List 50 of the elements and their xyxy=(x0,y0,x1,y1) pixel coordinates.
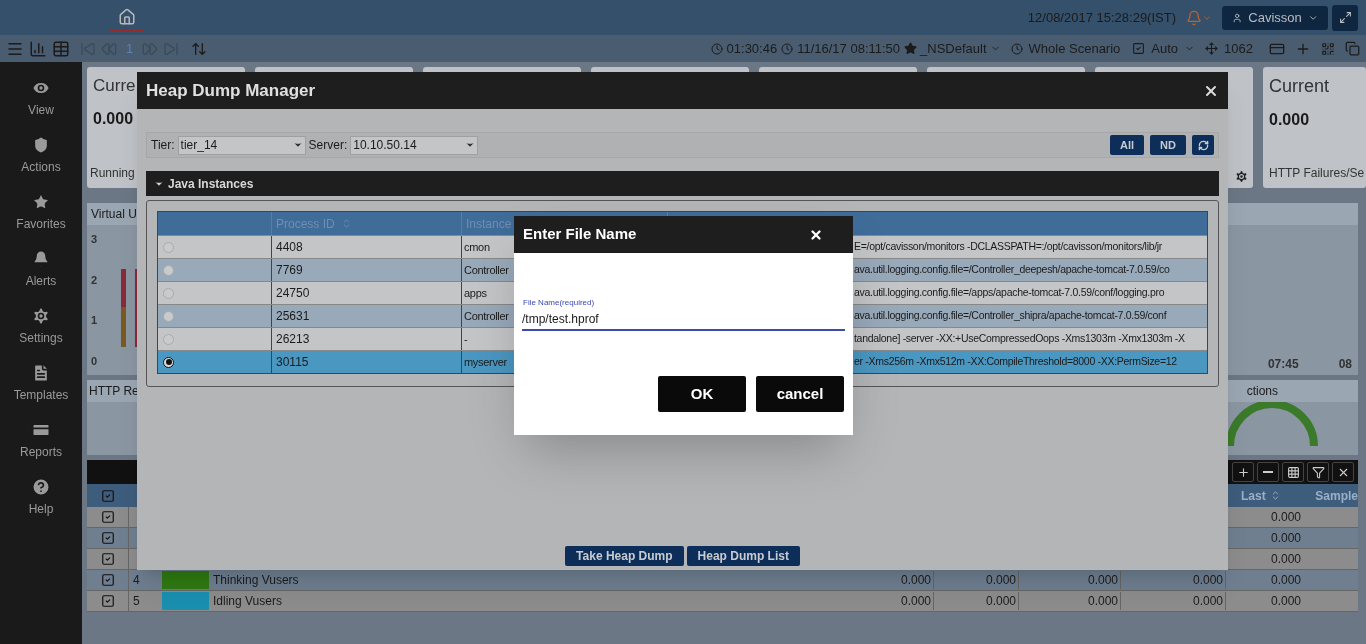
table-cell: 0.000 xyxy=(934,571,1019,589)
axis-tick: 3 xyxy=(91,232,98,247)
card-label: Running xyxy=(90,165,135,182)
table-cell: 0.000 xyxy=(1019,571,1121,589)
row-index: 5 xyxy=(132,593,141,610)
field-label: Tier: xyxy=(151,137,175,154)
table-cell-text: 0.000 xyxy=(1269,593,1302,610)
card-title: Current xyxy=(1269,75,1330,98)
table-cell: 0.000 xyxy=(1121,571,1226,589)
dialog-title: Enter File Name xyxy=(523,224,638,245)
table-cell-text: - xyxy=(464,331,468,347)
table-cell: 0.000 xyxy=(806,592,934,610)
table-cell: ava.util.logging.config.file=/Controller_deepesh/apache-tomcat-7.0.59/co xyxy=(854,262,1170,278)
table-cell-text: 0.000 xyxy=(1269,530,1302,547)
table-cell: er -Xms256m -Xmx512m -XX:CompileThreshold=8000 -XX:PermSize=12 xyxy=(854,354,1177,370)
axis-tick: 2 xyxy=(91,272,98,288)
axis-tick: 07:45 xyxy=(1267,356,1299,373)
table-cell-text: 0.000 xyxy=(1269,509,1302,526)
dialog-title: Heap Dump Manager xyxy=(146,79,317,102)
table-cell: ava.util.logging.config.file=/Controller_shipra/apache-tomcat-7.0.59/conf xyxy=(854,308,1167,324)
table-cell-text: apps xyxy=(464,285,487,301)
series-name: Idling Vusers xyxy=(212,593,283,610)
table-cell: 0.000 xyxy=(806,571,934,589)
card-title: Curre xyxy=(93,75,136,97)
axis-tick: 0 xyxy=(91,353,98,369)
card-label: HTTP Failures/Se xyxy=(1269,165,1365,182)
table-cell-text: Controller xyxy=(464,262,509,278)
table-cell: 30115 xyxy=(272,351,462,373)
table-cell-text: myserver xyxy=(464,354,507,370)
table-cell: 0.000 xyxy=(1019,592,1121,610)
table-cell: ava.util.logging.config.file=/apps/apache-tomcat-7.0.59/conf/logging.pro xyxy=(854,285,1165,301)
table-cell: 0.000 xyxy=(1121,592,1226,610)
elapsed-time: 01:30:46 xyxy=(726,39,778,58)
card-value: 0.000 xyxy=(93,108,134,129)
table-cell-text: 0.000 xyxy=(1269,551,1302,568)
axis-tick: 1 xyxy=(91,313,98,328)
series-name: Thinking Vusers xyxy=(212,572,300,589)
card-value: 0.000 xyxy=(1269,110,1310,130)
start-time: 11/16/17 08:11:50 xyxy=(797,39,901,58)
table-cell: 0.000 xyxy=(934,592,1019,610)
table-cell: tandalone] -server -XX:+UseCompressedOops -Xms1303m -Xmx1303m -X xyxy=(854,331,1185,347)
table-cell-text: 0.000 xyxy=(1269,572,1302,589)
axis-tick: 08 xyxy=(1338,356,1352,373)
field-label: File Name(required) xyxy=(523,297,595,309)
row-index: 4 xyxy=(132,572,141,589)
date-time: 12/08/2017 15:28:29(IST) xyxy=(1027,8,1176,27)
field-label: Server: xyxy=(308,137,348,154)
table-cell-text: cmon xyxy=(464,239,490,255)
table-cell-text: Controller xyxy=(464,308,509,324)
table-cell: E=/opt/cavisson/monitors -DCLASSPATH=:/opt/cavisson/monitors/lib/jr xyxy=(854,239,1163,255)
